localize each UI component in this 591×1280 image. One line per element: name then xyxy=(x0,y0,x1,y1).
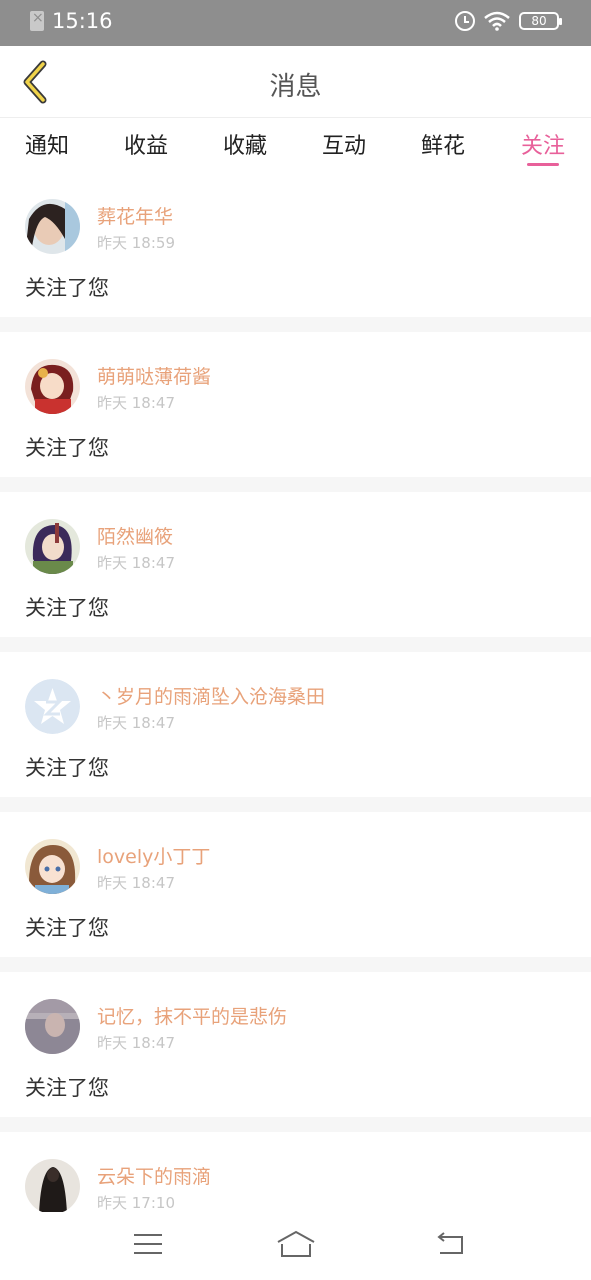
timestamp: 昨天 18:47 xyxy=(97,394,175,412)
message-text: 关注了您 xyxy=(25,1076,109,1100)
status-bar: 15:16 80 xyxy=(0,0,591,46)
message-text: 关注了您 xyxy=(25,596,109,620)
list-item[interactable]: 云朵下的雨滴 昨天 17:10 xyxy=(0,1132,591,1212)
home-icon xyxy=(277,1230,315,1257)
message-text: 关注了您 xyxy=(25,436,109,460)
username[interactable]: 萌萌哒薄荷酱 xyxy=(97,362,211,389)
list-item[interactable]: 葬花年华 昨天 18:59 关注了您 xyxy=(0,172,591,317)
message-text: 关注了您 xyxy=(25,916,109,940)
timestamp: 昨天 18:47 xyxy=(97,1034,175,1052)
list-item[interactable]: 陌然幽筱 昨天 18:47 关注了您 xyxy=(0,492,591,637)
no-sim-icon xyxy=(30,10,44,31)
system-nav-bar xyxy=(0,1212,591,1280)
battery-level: 80 xyxy=(531,14,547,28)
message-list: 葬花年华 昨天 18:59 关注了您 萌萌哒薄荷酱 昨天 18:47 关注了您 xyxy=(0,172,591,1212)
avatar[interactable] xyxy=(25,839,80,894)
tab-follows[interactable]: 关注 xyxy=(507,128,579,160)
username[interactable]: 云朵下的雨滴 xyxy=(97,1162,211,1189)
battery-icon: 80 xyxy=(519,12,562,30)
username[interactable]: 陌然幽筱 xyxy=(97,522,173,549)
timestamp: 昨天 18:47 xyxy=(97,554,175,572)
tab-favorites[interactable]: 收藏 xyxy=(209,128,281,160)
message-text: 关注了您 xyxy=(25,756,109,780)
tab-earnings[interactable]: 收益 xyxy=(110,128,182,160)
back-nav-button[interactable] xyxy=(428,1226,472,1262)
avatar[interactable] xyxy=(25,999,80,1054)
timestamp: 昨天 17:10 xyxy=(97,1194,175,1212)
list-item[interactable]: 记忆，抹不平的是悲伤 昨天 18:47 关注了您 xyxy=(0,972,591,1117)
username[interactable]: lovely小丁丁 xyxy=(97,842,210,869)
avatar[interactable] xyxy=(25,519,80,574)
active-tab-indicator xyxy=(527,163,559,166)
return-icon xyxy=(437,1232,463,1254)
menu-button[interactable] xyxy=(126,1226,170,1262)
app-header: 消息 xyxy=(0,46,591,118)
wifi-icon xyxy=(484,11,510,31)
avatar[interactable] xyxy=(25,679,80,734)
message-text: 关注了您 xyxy=(25,276,109,300)
alarm-icon xyxy=(455,11,475,31)
avatar[interactable] xyxy=(25,359,80,414)
username[interactable]: 记忆，抹不平的是悲伤 xyxy=(97,1002,287,1029)
username[interactable]: 葬花年华 xyxy=(97,202,173,229)
username[interactable]: 丶岁月的雨滴坠入沧海桑田 xyxy=(97,682,325,709)
avatar[interactable] xyxy=(25,199,80,254)
menu-icon xyxy=(134,1234,162,1254)
list-item[interactable]: 萌萌哒薄荷酱 昨天 18:47 关注了您 xyxy=(0,332,591,477)
avatar[interactable] xyxy=(25,1159,80,1212)
list-item[interactable]: lovely小丁丁 昨天 18:47 关注了您 xyxy=(0,812,591,957)
tab-interactions[interactable]: 互动 xyxy=(308,128,380,160)
timestamp: 昨天 18:47 xyxy=(97,874,175,892)
home-button[interactable] xyxy=(274,1226,318,1262)
tab-bar: 通知 收益 收藏 互动 鲜花 关注 xyxy=(0,118,591,172)
timestamp: 昨天 18:47 xyxy=(97,714,175,732)
tab-flowers[interactable]: 鲜花 xyxy=(407,128,479,160)
status-time: 15:16 xyxy=(52,9,113,33)
tab-notifications[interactable]: 通知 xyxy=(11,128,83,160)
page-title: 消息 xyxy=(269,72,322,102)
timestamp: 昨天 18:59 xyxy=(97,234,175,252)
list-item[interactable]: 丶岁月的雨滴坠入沧海桑田 昨天 18:47 关注了您 xyxy=(0,652,591,797)
